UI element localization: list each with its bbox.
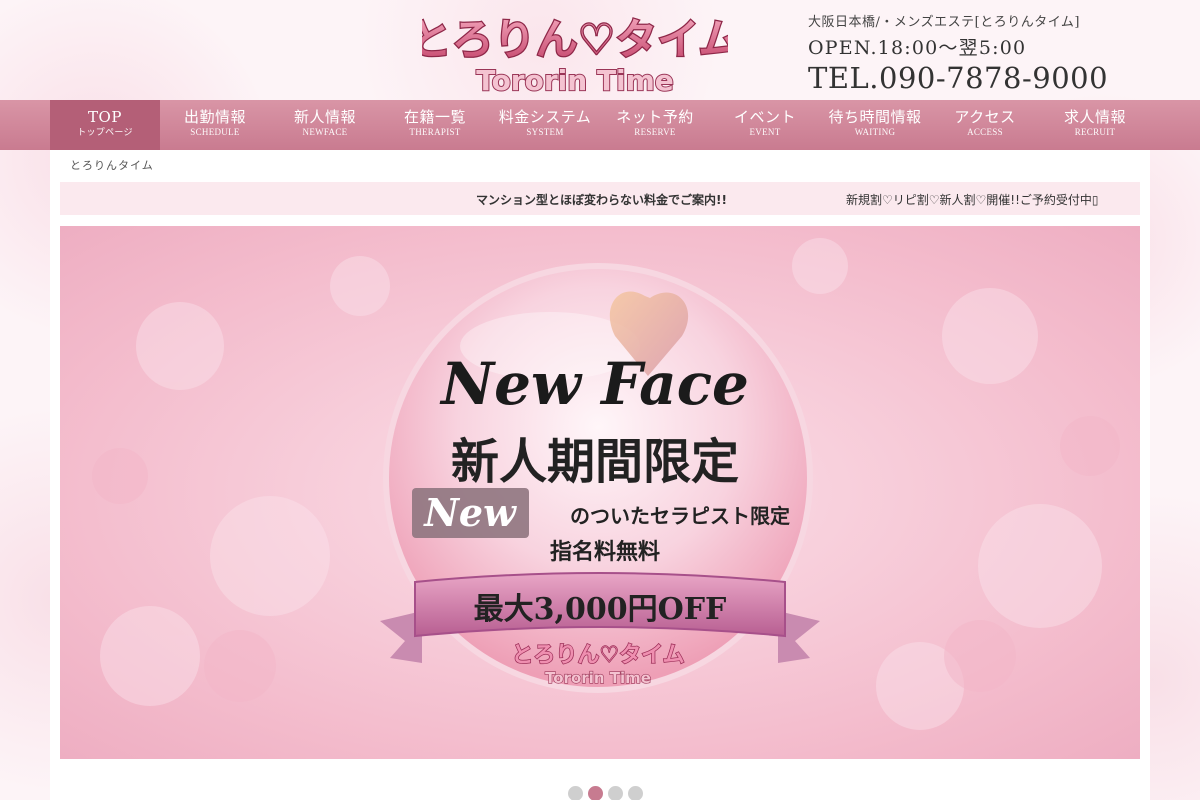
nav-item-therapist[interactable]: 在籍一覧 THERAPIST: [380, 100, 490, 150]
nav-item-label: 在籍一覧: [403, 108, 466, 126]
nav-item-sublabel: NEWFACE: [302, 127, 348, 137]
opening-hours: OPEN.18:00～翌5:00: [808, 37, 1027, 59]
main-nav: TOP トップページ 出勤情報 SCHEDULE 新人情報 NEWFACE 在籍…: [0, 100, 1200, 150]
nav-item-sublabel: WAITING: [854, 127, 896, 137]
nav-item-label: イベント: [733, 108, 796, 126]
nav-item-reserve[interactable]: ネット予約 RESERVE: [600, 100, 710, 150]
nav-item-sublabel: EVENT: [749, 127, 781, 137]
phone-number[interactable]: TEL.090-7878-9000: [808, 61, 1108, 95]
new-badge: New: [423, 490, 517, 535]
nav-item-system[interactable]: 料金システム SYSTEM: [490, 100, 600, 150]
banner-logo-subtitle: Tororin Time: [545, 669, 651, 687]
nav-item-label: 新人情報: [293, 108, 356, 126]
breadcrumb[interactable]: とろりんタイム: [70, 157, 154, 173]
ticker-message[interactable]: 新規割♡リピ割♡新人割♡開催!!ご予約受付中▯: [846, 191, 1099, 208]
banner-artwork: New Face 新人期間限定 New のついたセラピスト限定 指名料無料 最大…: [92, 238, 1120, 730]
nav-item-sublabel: THERAPIST: [409, 127, 461, 137]
nav-item-label: 待ち時間情報: [828, 108, 922, 126]
slider-dot[interactable]: [628, 786, 643, 800]
nav-item-sublabel: RECRUIT: [1074, 127, 1116, 137]
banner-ribbon-text: 最大3,000円OFF: [474, 592, 727, 627]
slider-dot[interactable]: [608, 786, 623, 800]
logo-title: とろりん♡タイム: [422, 15, 728, 64]
nav-item-schedule[interactable]: 出勤情報 SCHEDULE: [160, 100, 270, 150]
nav-item-label: ネット予約: [616, 108, 694, 126]
news-ticker: マンション型とほぼ変わらない料金でご案内!! 新規割♡リピ割♡新人割♡開催!!ご…: [60, 182, 1140, 215]
nav-item-label: 出勤情報: [183, 108, 246, 126]
hero-banner[interactable]: New Face 新人期間限定 New のついたセラピスト限定 指名料無料 最大…: [60, 226, 1140, 759]
nav-item-sublabel: RESERVE: [634, 127, 676, 137]
slider-dot[interactable]: [568, 786, 583, 800]
banner-headline: New Face: [439, 350, 749, 418]
nav-item-top[interactable]: TOP トップページ: [50, 100, 160, 150]
site-logo[interactable]: とろりん♡タイム Tororin Time: [408, 4, 741, 98]
slider-dot[interactable]: [588, 786, 603, 800]
main-content: とろりんタイム マンション型とほぼ変わらない料金でご案内!! 新規割♡リピ割♡新…: [50, 150, 1150, 800]
nav-item-newface[interactable]: 新人情報 NEWFACE: [270, 100, 380, 150]
nav-item-label: 求人情報: [1063, 108, 1126, 126]
banner-logo-title: とろりん♡タイム: [511, 643, 684, 668]
nav-item-event[interactable]: イベント EVENT: [710, 100, 820, 150]
nav-item-waiting[interactable]: 待ち時間情報 WAITING: [820, 100, 930, 150]
banner-line-1: のついたセラピスト限定: [570, 504, 790, 528]
shop-tagline: 大阪日本橋/・メンズエステ[とろりんタイム]: [808, 15, 1081, 30]
banner-line-2: 指名料無料: [550, 539, 660, 565]
nav-item-recruit[interactable]: 求人情報 RECRUIT: [1040, 100, 1150, 150]
nav-item-label: アクセス: [954, 108, 1016, 126]
nav-item-sublabel: SCHEDULE: [190, 127, 240, 137]
site-header: とろりん♡タイム Tororin Time 大阪日本橋/・メンズエステ[とろりん…: [0, 0, 1200, 100]
nav-item-sublabel: ACCESS: [967, 127, 1003, 137]
nav-item-sublabel: トップページ: [77, 127, 133, 137]
nav-item-access[interactable]: アクセス ACCESS: [930, 100, 1040, 150]
nav-item-label: TOP: [88, 108, 122, 126]
nav-item-sublabel: SYSTEM: [526, 127, 564, 137]
nav-item-label: 料金システム: [498, 108, 592, 126]
header-info: 大阪日本橋/・メンズエステ[とろりんタイム] OPEN.18:00～翌5:00 …: [808, 11, 1108, 95]
slider-pagination: [568, 786, 643, 800]
ticker-message[interactable]: マンション型とほぼ変わらない料金でご案内!!: [476, 191, 727, 208]
banner-title: 新人期間限定: [451, 434, 739, 490]
logo-subtitle: Tororin Time: [476, 64, 674, 97]
